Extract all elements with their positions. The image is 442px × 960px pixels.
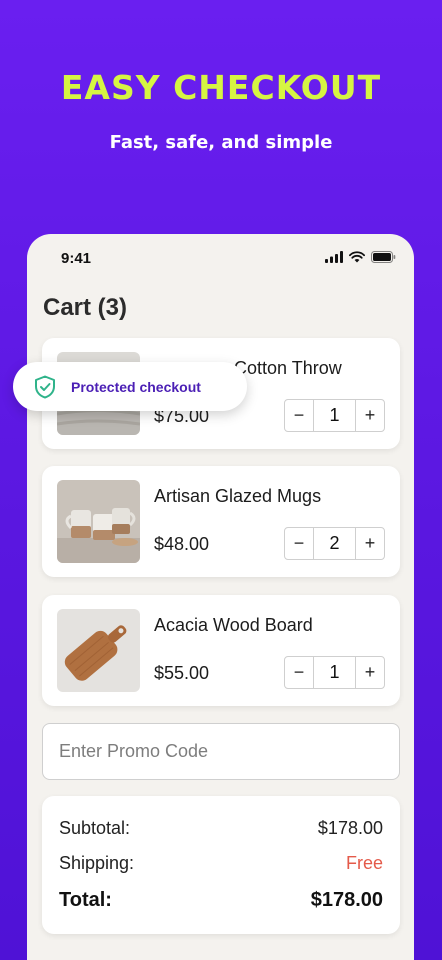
wifi-icon: [349, 251, 365, 263]
glazed-mugs-image: [57, 480, 140, 563]
cart-item: Artisan Glazed Mugs $48.00 − 2 +: [42, 466, 400, 577]
shipping-label: Shipping:: [59, 853, 135, 873]
item-price: $55.00: [154, 663, 210, 683]
quantity-value: 1: [313, 657, 356, 688]
hero-subtitle: Fast, safe, and simple: [109, 132, 333, 153]
shield-check-icon: [35, 375, 55, 398]
decrease-button[interactable]: −: [285, 528, 313, 559]
item-name: Cotton Throw: [234, 358, 342, 378]
quantity-stepper: − 2 +: [284, 527, 385, 560]
phone-screen: 9:41 Cart (3) Cotton Throw $75.00 − 1 + …: [27, 234, 414, 960]
decrease-button[interactable]: −: [285, 657, 313, 688]
increase-button[interactable]: +: [356, 528, 384, 559]
status-time: 9:41: [61, 250, 92, 267]
signal-icon: [325, 251, 343, 263]
cart-title: Cart (3): [43, 294, 128, 321]
shipping-value: Free: [345, 853, 383, 873]
quantity-stepper: − 1 +: [284, 399, 385, 432]
order-summary: Subtotal: $178.00 Shipping: Free Total: …: [42, 796, 400, 934]
decrease-button[interactable]: −: [285, 400, 313, 431]
wood-board-image: [57, 609, 140, 692]
subtotal-label: Subtotal:: [59, 818, 131, 838]
hero-title: EASY CHECKOUT: [60, 68, 382, 107]
increase-button[interactable]: +: [356, 400, 384, 431]
promo-code-input[interactable]: [42, 723, 400, 780]
quantity-value: 2: [313, 528, 356, 559]
item-name: Acacia Wood Board: [154, 615, 313, 635]
cart-item: Acacia Wood Board $55.00 − 1 +: [42, 595, 400, 706]
battery-icon: [371, 251, 396, 263]
quantity-stepper: − 1 +: [284, 656, 385, 689]
total-value: $178.00: [310, 889, 383, 911]
item-name: Artisan Glazed Mugs: [154, 486, 322, 506]
badge-label: Protected checkout: [71, 378, 201, 395]
quantity-value: 1: [313, 400, 356, 431]
subtotal-row: Subtotal: $178.00: [59, 818, 383, 839]
shipping-row: Shipping: Free: [59, 853, 383, 874]
item-price: $48.00: [154, 534, 210, 554]
subtotal-value: $178.00: [317, 818, 383, 838]
total-label: Total:: [59, 889, 112, 911]
total-row: Total: $178.00: [59, 889, 383, 912]
status-icons: [325, 251, 396, 263]
protected-checkout-badge: Protected checkout: [13, 362, 247, 411]
increase-button[interactable]: +: [356, 657, 384, 688]
